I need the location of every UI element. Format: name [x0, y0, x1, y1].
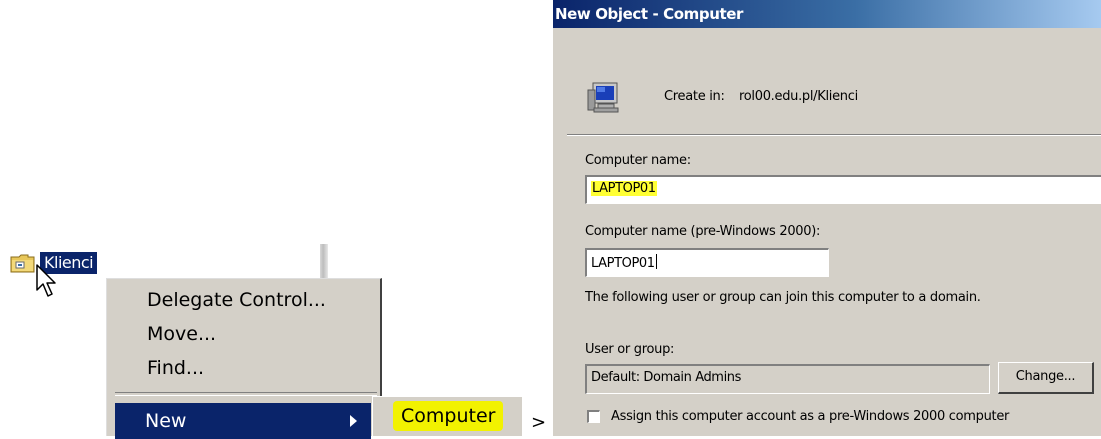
menu-item-delegate-control[interactable]: Delegate Control... [117, 286, 379, 316]
step-arrow-glyph: > [531, 412, 547, 433]
ou-folder-icon [10, 252, 36, 274]
pre2000-name-input[interactable]: LAPTOP01 [585, 248, 829, 277]
pre2000-name-value: LAPTOP01 [591, 256, 655, 271]
menu-separator [115, 392, 377, 396]
text-caret [655, 254, 657, 269]
tree-scrollbar-edge [320, 244, 328, 280]
menu-item-find[interactable]: Find... [117, 354, 379, 384]
create-in-path: rol00.edu.pl/Klienci [739, 89, 858, 104]
computer-name-value: LAPTOP01 [591, 181, 657, 196]
menu-item-label: New [145, 410, 187, 432]
menu-item-label: Move... [147, 323, 217, 345]
menu-item-move[interactable]: Move... [117, 320, 379, 350]
new-object-computer-dialog: New Object - Computer Create in: rol00.e… [553, 0, 1101, 436]
create-in-label: Create in: [664, 89, 725, 104]
menu-item-new[interactable]: New [115, 403, 371, 439]
dialog-title: New Object - Computer [553, 0, 1101, 28]
join-info-text: The following user or group can join thi… [585, 290, 981, 305]
mouse-pointer-icon [36, 264, 56, 297]
new-submenu: Computer [372, 396, 522, 436]
computer-icon [587, 82, 619, 113]
submenu-arrow-icon [350, 415, 357, 427]
computer-name-input[interactable]: LAPTOP01 [585, 175, 1101, 204]
submenu-item-computer[interactable]: Computer [393, 401, 504, 431]
user-group-label: User or group: [585, 342, 675, 357]
menu-item-label: Delegate Control... [147, 289, 326, 311]
assign-pre2000-label[interactable]: Assign this computer account as a pre-Wi… [611, 409, 1009, 424]
user-group-value: Default: Domain Admins [591, 370, 741, 385]
menu-item-label: Find... [147, 357, 205, 379]
dialog-separator [567, 134, 1101, 136]
assign-pre2000-checkbox[interactable] [587, 410, 600, 423]
computer-name-label: Computer name: [585, 153, 691, 168]
context-menu: Delegate Control... Move... Find... New [106, 278, 382, 439]
pre2000-name-label: Computer name (pre-Windows 2000): [585, 224, 821, 239]
change-button[interactable]: Change... [998, 362, 1094, 394]
user-group-field: Default: Domain Admins [585, 364, 990, 394]
